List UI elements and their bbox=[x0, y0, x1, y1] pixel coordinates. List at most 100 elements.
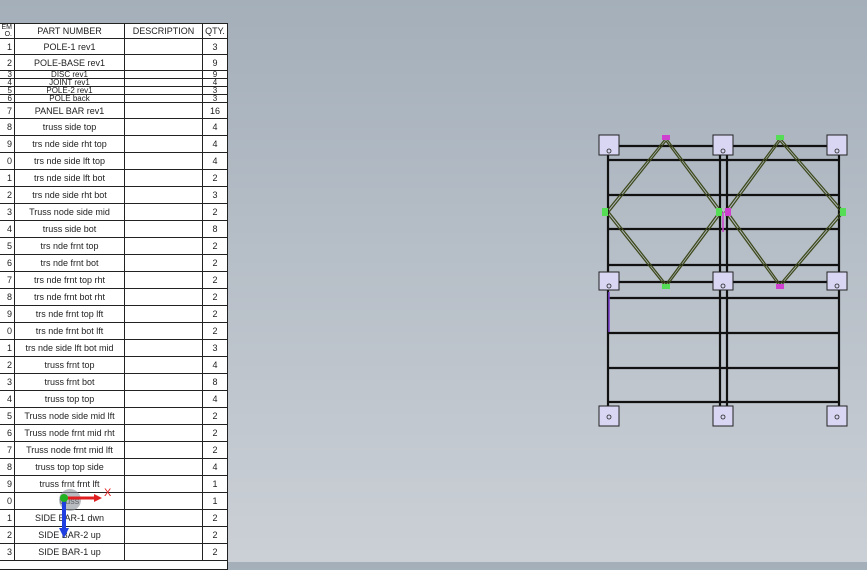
bom-cell-item: 0 bbox=[0, 493, 15, 509]
bom-header-part: PART NUMBER bbox=[15, 24, 125, 38]
bom-cell-qty: 2 bbox=[212, 309, 218, 319]
plate-mid-right bbox=[826, 271, 848, 291]
bom-cell-qty: 4 bbox=[212, 462, 218, 472]
bom-cell-qty: 2 bbox=[212, 411, 218, 421]
bom-cell-item: 3 bbox=[0, 71, 15, 78]
bom-cell-description bbox=[125, 170, 203, 186]
plate-mid-center bbox=[712, 271, 734, 291]
bom-row[interactable]: 3 Truss node side mid 2 bbox=[0, 204, 227, 221]
plate-top-left bbox=[598, 134, 620, 156]
bom-row[interactable]: 9 trs nde frnt top lft 2 bbox=[0, 306, 227, 323]
bom-cell-part: Truss node side mid lft bbox=[15, 408, 125, 424]
bom-row[interactable]: 3 DISC rev1 9 bbox=[0, 71, 227, 79]
bom-cell-part: trs nde side lft bot mid bbox=[15, 340, 125, 356]
bom-cell-item: 1 bbox=[0, 39, 15, 54]
bom-cell-qty: 16 bbox=[209, 105, 220, 116]
bom-row[interactable]: 2 trs nde side rht bot 3 bbox=[0, 187, 227, 204]
bom-cell-qty: 4 bbox=[212, 139, 218, 149]
bom-cell-part: truss side bot bbox=[15, 221, 125, 237]
bom-row[interactable]: 3 truss frnt bot 8 bbox=[0, 374, 227, 391]
node-bot-left bbox=[662, 284, 670, 289]
bom-cell-description bbox=[125, 55, 203, 70]
bom-row[interactable]: 3 SIDE BAR-1 up 2 bbox=[0, 544, 227, 561]
bom-row[interactable]: 4 truss side bot 8 bbox=[0, 221, 227, 238]
bom-cell-item: 8 bbox=[0, 119, 15, 135]
bom-row[interactable]: 0 trs nde side lft top 4 bbox=[0, 153, 227, 170]
bom-cell-qty: 2 bbox=[212, 547, 218, 557]
bom-cell-part: trs nde frnt bot rht bbox=[15, 289, 125, 305]
bom-row[interactable]: 8 truss top top side 4 bbox=[0, 459, 227, 476]
bom-row[interactable]: 5 Truss node side mid lft 2 bbox=[0, 408, 227, 425]
reference-triad[interactable]: X bbox=[50, 480, 120, 542]
bom-cell-part: trs nde frnt top rht bbox=[15, 272, 125, 288]
bom-row[interactable]: 1 trs nde side lft bot 2 bbox=[0, 170, 227, 187]
bom-cell-item: 3 bbox=[0, 374, 15, 390]
bom-cell-item: 4 bbox=[0, 221, 15, 237]
bom-row[interactable]: 5 POLE-2 rev1 3 bbox=[0, 87, 227, 95]
bom-row[interactable]: 9 trs nde side rht top 4 bbox=[0, 136, 227, 153]
bom-cell-part: trs nde side rht bot bbox=[15, 187, 125, 203]
bom-row[interactable]: 2 POLE-BASE rev1 9 bbox=[0, 55, 227, 71]
bom-cell-item: 7 bbox=[0, 103, 15, 118]
node-mid-center-b bbox=[725, 208, 731, 216]
bom-row[interactable]: 8 truss side top 4 bbox=[0, 119, 227, 136]
bom-cell-part: trs nde side lft bot bbox=[15, 170, 125, 186]
bom-cell-item: 5 bbox=[0, 408, 15, 424]
bom-header-qty: QTY. bbox=[205, 26, 225, 36]
bom-cell-description bbox=[125, 442, 203, 458]
bom-row[interactable]: 6 trs nde frnt bot 2 bbox=[0, 255, 227, 272]
bom-row[interactable]: 6 Truss node frnt mid rht 2 bbox=[0, 425, 227, 442]
bom-cell-part: trs nde frnt top bbox=[15, 238, 125, 254]
bom-row[interactable]: 0 trs nde frnt bot lft 2 bbox=[0, 323, 227, 340]
bom-row[interactable]: 2 truss frnt top 4 bbox=[0, 357, 227, 374]
bom-cell-part: Truss node frnt mid lft bbox=[15, 442, 125, 458]
bom-row[interactable]: 5 trs nde frnt top 2 bbox=[0, 238, 227, 255]
bom-cell-part: truss frnt bot bbox=[15, 374, 125, 390]
bom-cell-item: 2 bbox=[0, 527, 15, 543]
bom-cell-qty: 8 bbox=[212, 224, 218, 234]
bom-row[interactable]: 7 trs nde frnt top rht 2 bbox=[0, 272, 227, 289]
bom-row[interactable]: 4 truss top top 4 bbox=[0, 391, 227, 408]
bom-cell-item: 0 bbox=[0, 153, 15, 169]
bom-header-description: DESCRIPTION bbox=[125, 24, 203, 38]
bom-cell-description bbox=[125, 425, 203, 441]
bom-cell-qty: 3 bbox=[212, 41, 218, 52]
bom-cell-description bbox=[125, 306, 203, 322]
triad-z-arrow-icon bbox=[59, 528, 69, 538]
bom-cell-qty: 2 bbox=[212, 445, 218, 455]
bom-row[interactable]: 8 trs nde frnt bot rht 2 bbox=[0, 289, 227, 306]
bom-cell-qty: 3 bbox=[212, 87, 218, 94]
bom-cell-part: POLE-1 rev1 bbox=[15, 39, 125, 54]
bom-cell-qty: 2 bbox=[212, 513, 218, 523]
bom-cell-qty: 2 bbox=[212, 530, 218, 540]
bom-row[interactable]: 4 JOINT rev1 4 bbox=[0, 79, 227, 87]
bom-cell-part: truss frnt top bbox=[15, 357, 125, 373]
bom-cell-part: POLE-BASE rev1 bbox=[15, 55, 125, 70]
bom-cell-description bbox=[125, 187, 203, 203]
bom-cell-qty: 2 bbox=[212, 173, 218, 183]
bom-cell-description bbox=[125, 79, 203, 86]
bom-cell-item: 4 bbox=[0, 391, 15, 407]
bom-cell-description bbox=[125, 340, 203, 356]
bom-cell-qty: 9 bbox=[212, 71, 218, 78]
bom-row[interactable]: 6 POLE back 3 bbox=[0, 95, 227, 103]
bom-row[interactable]: 7 Truss node frnt mid lft 2 bbox=[0, 442, 227, 459]
bom-cell-description bbox=[125, 95, 203, 102]
drawing-view[interactable] bbox=[596, 132, 851, 429]
bom-row[interactable]: 7 PANEL BAR rev1 16 bbox=[0, 103, 227, 119]
bom-cell-item: 3 bbox=[0, 544, 15, 560]
bom-cell-description bbox=[125, 323, 203, 339]
bom-cell-part: trs nde side lft top bbox=[15, 153, 125, 169]
bom-cell-part: POLE back bbox=[15, 95, 125, 102]
bom-cell-item: 6 bbox=[0, 255, 15, 271]
plate-top-center bbox=[712, 134, 734, 156]
bom-cell-qty: 4 bbox=[212, 122, 218, 132]
bom-cell-description bbox=[125, 544, 203, 560]
bom-cell-qty: 4 bbox=[212, 360, 218, 370]
bom-row[interactable]: 1 POLE-1 rev1 3 bbox=[0, 39, 227, 55]
bom-cell-part: JOINT rev1 bbox=[15, 79, 125, 86]
bom-cell-part: DISC rev1 bbox=[15, 71, 125, 78]
bom-cell-qty: 9 bbox=[212, 57, 218, 68]
node-mid-left bbox=[602, 208, 608, 216]
bom-row[interactable]: 1 trs nde side lft bot mid 3 bbox=[0, 340, 227, 357]
